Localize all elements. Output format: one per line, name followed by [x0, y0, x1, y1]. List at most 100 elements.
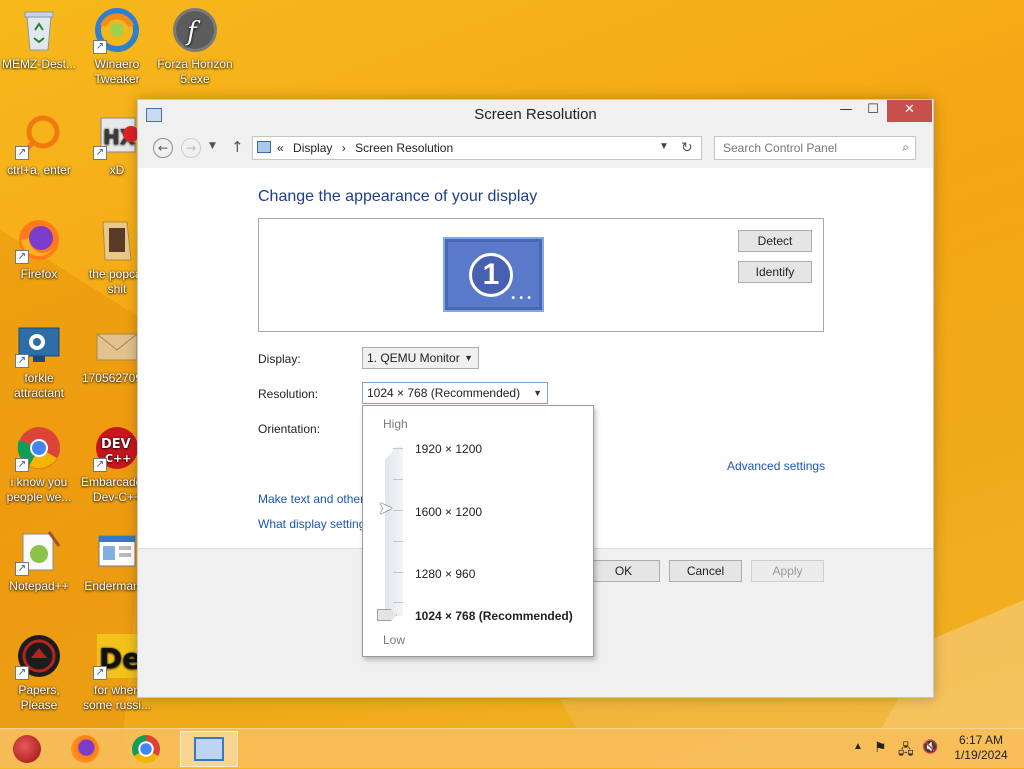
display-settings-help-link[interactable]: What display setting: [258, 517, 363, 531]
envelope-icon: [93, 320, 141, 368]
apply-button[interactable]: Apply: [751, 560, 824, 582]
breadcrumb-separator[interactable]: ›: [342, 141, 346, 155]
system-tray: ▲ ⚑ 🖧 🔇: [850, 729, 945, 769]
resolution-option[interactable]: 1280 × 960: [415, 567, 475, 581]
taskbar-app-ornament[interactable]: [2, 731, 52, 767]
devcpp-icon: DEV C++ ↗: [93, 424, 141, 472]
network-icon[interactable]: 🖧: [898, 739, 914, 763]
svg-text:DEV: DEV: [101, 437, 131, 452]
desktop-icon-label: Papers, Please: [18, 683, 60, 712]
title-bar[interactable]: Screen Resolution — ☐ ✕: [138, 100, 933, 130]
desktop-icon-label: Firefox: [20, 267, 58, 281]
shortcut-arrow-icon: ↗: [93, 146, 107, 160]
cancel-button[interactable]: Cancel: [669, 560, 742, 582]
close-button[interactable]: ✕: [887, 100, 932, 122]
desktop-icon-winaero[interactable]: ↗ Winaero Tweaker: [78, 6, 156, 87]
desktop-icon-label: ctrl+a, enter: [7, 163, 71, 177]
desktop-icon-ctrl-a[interactable]: ↗ ctrl+a, enter: [0, 112, 78, 178]
volume-muted-icon[interactable]: 🔇: [922, 739, 938, 755]
action-center-flag-icon[interactable]: ⚑: [874, 739, 887, 756]
svg-text:C++: C++: [105, 452, 132, 465]
forward-arrow-icon[interactable]: →: [181, 138, 201, 158]
resolution-option-selected[interactable]: 1024 × 768 (Recommended): [415, 609, 573, 623]
up-arrow-icon[interactable]: ↑: [231, 138, 244, 156]
show-hidden-icons-icon[interactable]: ▲: [853, 741, 863, 752]
display-preview: 1 ••• Detect Identify: [258, 218, 824, 332]
display-select-value: 1. QEMU Monitor: [367, 351, 460, 365]
ok-button[interactable]: OK: [587, 560, 660, 582]
shortcut-arrow-icon: ↗: [15, 354, 29, 368]
desktop-icon-firefox[interactable]: ↗ Firefox: [0, 216, 78, 282]
control-panel-icon: [257, 141, 271, 153]
refresh-icon[interactable]: ↻: [681, 139, 693, 156]
slider-high-label: High: [383, 417, 408, 431]
monitor-settings-icon: ↗: [15, 320, 63, 368]
chevron-down-icon: ▼: [533, 388, 542, 398]
breadcrumb-display[interactable]: Display: [293, 141, 332, 155]
monitor-dots-icon: •••: [510, 293, 534, 304]
resolution-option[interactable]: 1600 × 1200: [415, 505, 482, 519]
shortcut-arrow-icon: ↗: [93, 666, 107, 680]
desktop-icon-label: Forza Horizon 5.exe: [157, 57, 233, 86]
firefox-icon: ↗: [15, 216, 63, 264]
chevron-down-icon: ▼: [464, 353, 473, 363]
breadcrumb-screen-resolution[interactable]: Screen Resolution: [355, 141, 453, 155]
desktop-icon-memz[interactable]: MEMZ-Dest...: [0, 6, 78, 72]
desktop-icon-label: MEMZ-Dest...: [2, 57, 76, 71]
desktop-icon-label: Notepad++: [9, 579, 69, 593]
resolution-label: Resolution:: [258, 387, 319, 401]
firefox-icon: [71, 735, 99, 763]
recent-locations-chevron-icon[interactable]: ▼: [209, 141, 216, 151]
breadcrumb-overflow[interactable]: «: [277, 141, 284, 155]
hxd-icon: HX ↗: [93, 112, 141, 160]
maximize-button[interactable]: ☐: [860, 100, 886, 122]
clock-time: 6:17 AM: [958, 733, 1004, 747]
minimize-button[interactable]: —: [833, 100, 859, 122]
desktop-icon-label: Winaero Tweaker: [94, 57, 140, 86]
display-select[interactable]: 1. QEMU Monitor ▼: [362, 347, 479, 369]
back-arrow-icon[interactable]: ←: [153, 138, 173, 158]
identify-button[interactable]: Identify: [738, 261, 812, 283]
slider-tick: [393, 448, 403, 449]
control-panel-icon: [194, 737, 224, 761]
slider-tick: [393, 510, 403, 511]
recycle-bin-icon: [15, 6, 63, 54]
notepadpp-icon: ↗: [15, 528, 63, 576]
resolution-option[interactable]: 1920 × 1200: [415, 442, 482, 456]
monitor-number: 1: [469, 253, 513, 297]
address-bar[interactable]: « Display › Screen Resolution ▼ ↻: [252, 136, 702, 160]
search-input[interactable]: [721, 138, 891, 158]
monitor-preview[interactable]: 1 •••: [443, 237, 544, 312]
window-app-icon: [93, 528, 141, 576]
text-size-link[interactable]: Make text and other: [258, 492, 363, 506]
advanced-settings-link[interactable]: Advanced settings: [727, 459, 825, 473]
resolution-slider-track[interactable]: [385, 446, 403, 616]
resolution-dropdown-popup: High 1920 × 1200 1600 × 1200 1280 × 960 …: [362, 405, 594, 657]
desktop-icon-forza[interactable]: f Forza Horizon 5.exe: [156, 6, 234, 87]
breadcrumb: « Display › Screen Resolution: [277, 141, 459, 155]
chrome-icon: [132, 735, 160, 763]
chrome-icon: ↗: [15, 424, 63, 472]
taskbar-app-control-panel[interactable]: [180, 731, 238, 767]
search-icon[interactable]: ⌕: [902, 140, 909, 155]
window-title: Screen Resolution: [474, 106, 597, 123]
desktop-icon-papers-please[interactable]: ↗ Papers, Please: [0, 632, 78, 713]
shortcut-arrow-icon: ↗: [15, 458, 29, 472]
shortcut-arrow-icon: ↗: [15, 250, 29, 264]
desktop-icon-notepadpp[interactable]: ↗ Notepad++: [0, 528, 78, 594]
taskbar-app-firefox[interactable]: [60, 731, 110, 767]
shortcut-arrow-icon: ↗: [93, 40, 107, 54]
taskbar-app-chrome[interactable]: [121, 731, 171, 767]
desktop-icon-forkie[interactable]: ↗ forkie attractant: [0, 320, 78, 401]
taskbar-clock[interactable]: 6:17 AM 1/19/2024: [948, 733, 1014, 763]
detect-button[interactable]: Detect: [738, 230, 812, 252]
navigation-bar: ← → ▼ ↑ « Display › Screen Resolution ▼ …: [138, 130, 933, 168]
slider-tick: [393, 572, 403, 573]
desktop-icon-chrome[interactable]: ↗ i know you people we...: [0, 424, 78, 505]
desktop-icon-label: i know you people we...: [6, 475, 72, 504]
shortcut-arrow-icon: ↗: [15, 666, 29, 680]
orientation-label: Orientation:: [258, 422, 321, 436]
search-box[interactable]: ⌕: [714, 136, 916, 160]
address-dropdown-chevron-icon[interactable]: ▼: [659, 141, 669, 152]
resolution-select[interactable]: 1024 × 768 (Recommended) ▼: [362, 382, 548, 404]
